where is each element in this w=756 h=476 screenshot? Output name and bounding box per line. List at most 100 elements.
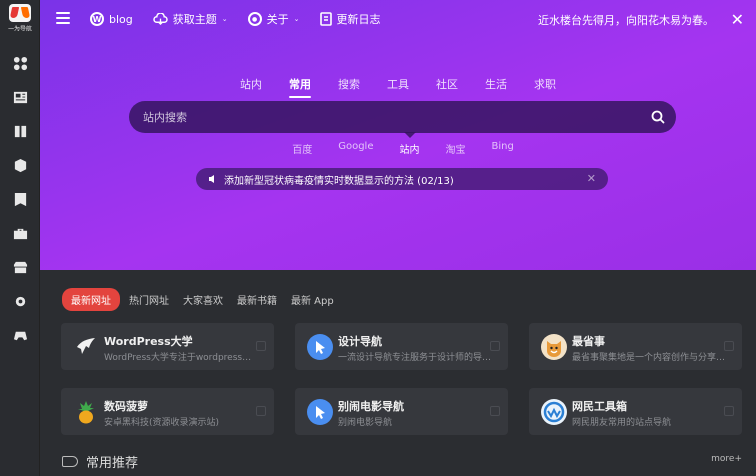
nav-blog[interactable]: W blog bbox=[90, 12, 133, 26]
tab-common[interactable]: 常用 bbox=[289, 76, 311, 98]
tab-tools[interactable]: 工具 bbox=[387, 76, 409, 96]
gear-icon bbox=[15, 296, 25, 306]
sidebar-item-books[interactable] bbox=[0, 114, 40, 148]
site-title: 设计导航 bbox=[338, 335, 382, 348]
announcement-text: 添加新型冠状病毒疫情实时数据显示的方法 (02/13) bbox=[224, 175, 454, 187]
bookmark-star-icon bbox=[14, 192, 26, 206]
site-logo[interactable]: 一为导航 bbox=[0, 0, 40, 38]
sidebar-item-store[interactable] bbox=[0, 250, 40, 284]
site-card[interactable]: 网民工具箱 网民朋友常用的站点导航 bbox=[529, 388, 742, 435]
pointer-hand-icon bbox=[307, 334, 333, 360]
sidebar-item-toolbox[interactable] bbox=[0, 216, 40, 250]
site-description: 安卓黑科技(资源收录演示站) bbox=[104, 418, 220, 428]
site-card[interactable]: 数码菠萝 安卓黑科技(资源收录演示站) bbox=[61, 388, 274, 435]
site-card[interactable]: 别闹电影导航 别闹电影导航 bbox=[295, 388, 508, 435]
site-title: WordPress大学 bbox=[104, 335, 193, 348]
sidebar-item-box[interactable] bbox=[0, 148, 40, 182]
site-title: 数码菠萝 bbox=[104, 400, 148, 413]
link-icon[interactable] bbox=[490, 341, 500, 351]
link-icon[interactable] bbox=[490, 406, 500, 416]
site-title: 别闹电影导航 bbox=[338, 400, 404, 413]
tab-hot-sites[interactable]: 热门网址 bbox=[124, 288, 174, 311]
search-icon[interactable] bbox=[650, 109, 666, 125]
engine-bing[interactable]: Bing bbox=[491, 141, 513, 156]
pineapple-icon bbox=[73, 399, 99, 425]
site-description: WordPress大学专注于wordpress建站教程 bbox=[104, 353, 259, 363]
shiba-dog-icon bbox=[541, 334, 567, 360]
cube-icon bbox=[14, 158, 26, 172]
engine-baidu[interactable]: 百度 bbox=[292, 141, 312, 156]
link-icon[interactable] bbox=[256, 406, 266, 416]
section-header: 常用推荐 bbox=[62, 452, 138, 471]
tab-community[interactable]: 社区 bbox=[436, 76, 458, 96]
book-icon bbox=[14, 125, 26, 137]
circle-icon: ● bbox=[247, 12, 262, 26]
pointer-hand-icon bbox=[307, 399, 333, 425]
link-icon[interactable] bbox=[724, 406, 734, 416]
apps-icon bbox=[13, 56, 27, 70]
sidebar-item-settings[interactable] bbox=[0, 284, 40, 318]
sidebar: 一为导航 bbox=[0, 0, 40, 476]
chevron-down-icon: ⌄ bbox=[293, 15, 300, 23]
menu-toggle-icon[interactable] bbox=[56, 12, 70, 24]
section-title: 常用推荐 bbox=[86, 456, 139, 471]
search-pointer bbox=[404, 132, 416, 138]
search-bar bbox=[129, 101, 676, 133]
tab-latest-books[interactable]: 最新书籍 bbox=[232, 288, 282, 311]
sidebar-item-apps[interactable] bbox=[0, 46, 40, 80]
newspaper-icon bbox=[13, 91, 27, 103]
search-engine-list: 百度 Google 站内 淘宝 Bing bbox=[40, 141, 756, 156]
tab-jobs[interactable]: 求职 bbox=[534, 76, 556, 96]
site-description: 一流设计导航专注服务于设计师的导航网站 bbox=[338, 353, 493, 363]
gamepad-icon bbox=[13, 331, 27, 340]
site-title: 最省事 bbox=[572, 335, 605, 348]
logo-mark-icon bbox=[9, 4, 31, 22]
site-description: 别闹电影导航 bbox=[338, 418, 393, 428]
toolbox-icon bbox=[13, 228, 27, 239]
tab-latest-apps[interactable]: 最新 App bbox=[286, 288, 339, 311]
tab-popular[interactable]: 大家喜欢 bbox=[178, 288, 228, 311]
engine-site[interactable]: 站内 bbox=[399, 141, 419, 156]
site-title: 网民工具箱 bbox=[572, 400, 627, 413]
hero-banner: W blog 获取主题 ⌄ ● 关于 ⌄ 更新日志 近水楼台先得月，向阳花木易为… bbox=[40, 0, 756, 270]
more-link[interactable]: more+ bbox=[711, 454, 742, 464]
engine-taobao[interactable]: 淘宝 bbox=[445, 141, 465, 156]
tab-latest-sites[interactable]: 最新网址 bbox=[62, 288, 120, 311]
sidebar-item-news[interactable] bbox=[0, 80, 40, 114]
link-icon[interactable] bbox=[256, 341, 266, 351]
nav-about[interactable]: ● 关于 ⌄ bbox=[247, 11, 300, 27]
engine-google[interactable]: Google bbox=[338, 141, 373, 156]
wordpress-icon: W bbox=[90, 12, 104, 26]
close-icon[interactable]: ✕ bbox=[731, 10, 744, 29]
link-icon[interactable] bbox=[724, 341, 734, 351]
nav-get-theme[interactable]: 获取主题 ⌄ bbox=[153, 11, 228, 27]
site-card[interactable]: WordPress大学 WordPress大学专注于wordpress建站教程 bbox=[61, 323, 274, 370]
announcement-bar[interactable]: 添加新型冠状病毒疫情实时数据显示的方法 (02/13) ✕ bbox=[196, 168, 608, 190]
category-tabs: 最新网址 热门网址 大家喜欢 最新书籍 最新 App bbox=[62, 288, 339, 311]
chevron-down-icon: ⌄ bbox=[221, 15, 228, 23]
main-content: 最新网址 热门网址 大家喜欢 最新书籍 最新 App WordPress大学 W… bbox=[40, 270, 756, 476]
site-card[interactable]: 设计导航 一流设计导航专注服务于设计师的导航网站 bbox=[295, 323, 508, 370]
document-icon bbox=[319, 12, 332, 26]
close-icon[interactable]: ✕ bbox=[587, 172, 596, 185]
sidebar-item-bookmark[interactable] bbox=[0, 182, 40, 216]
tab-site[interactable]: 站内 bbox=[240, 76, 262, 96]
wave-logo-icon bbox=[541, 399, 567, 425]
site-description: 网民朋友常用的站点导航 bbox=[572, 418, 672, 428]
logo-text: 一为导航 bbox=[8, 25, 32, 33]
tab-search[interactable]: 搜索 bbox=[338, 76, 360, 96]
nav-changelog[interactable]: 更新日志 bbox=[319, 11, 381, 27]
speaker-icon bbox=[209, 175, 214, 183]
site-description: 最省事聚集地是一个内容创作与分享社区 bbox=[572, 353, 727, 363]
tab-life[interactable]: 生活 bbox=[485, 76, 507, 96]
site-card[interactable]: 最省事 最省事聚集地是一个内容创作与分享社区 bbox=[529, 323, 742, 370]
motto-text: 近水楼台先得月，向阳花木易为春。 bbox=[538, 14, 714, 27]
cloud-download-icon bbox=[153, 12, 168, 25]
search-group-tabs: 站内 常用 搜索 工具 社区 生活 求职 bbox=[40, 76, 756, 98]
top-navigation: W blog 获取主题 ⌄ ● 关于 ⌄ 更新日志 近水楼台先得月，向阳花木易为… bbox=[40, 0, 756, 38]
wordpress-university-icon bbox=[73, 334, 99, 360]
sidebar-item-games[interactable] bbox=[0, 318, 40, 352]
tag-icon bbox=[62, 456, 78, 467]
store-icon bbox=[13, 261, 27, 273]
search-input[interactable] bbox=[143, 101, 623, 133]
